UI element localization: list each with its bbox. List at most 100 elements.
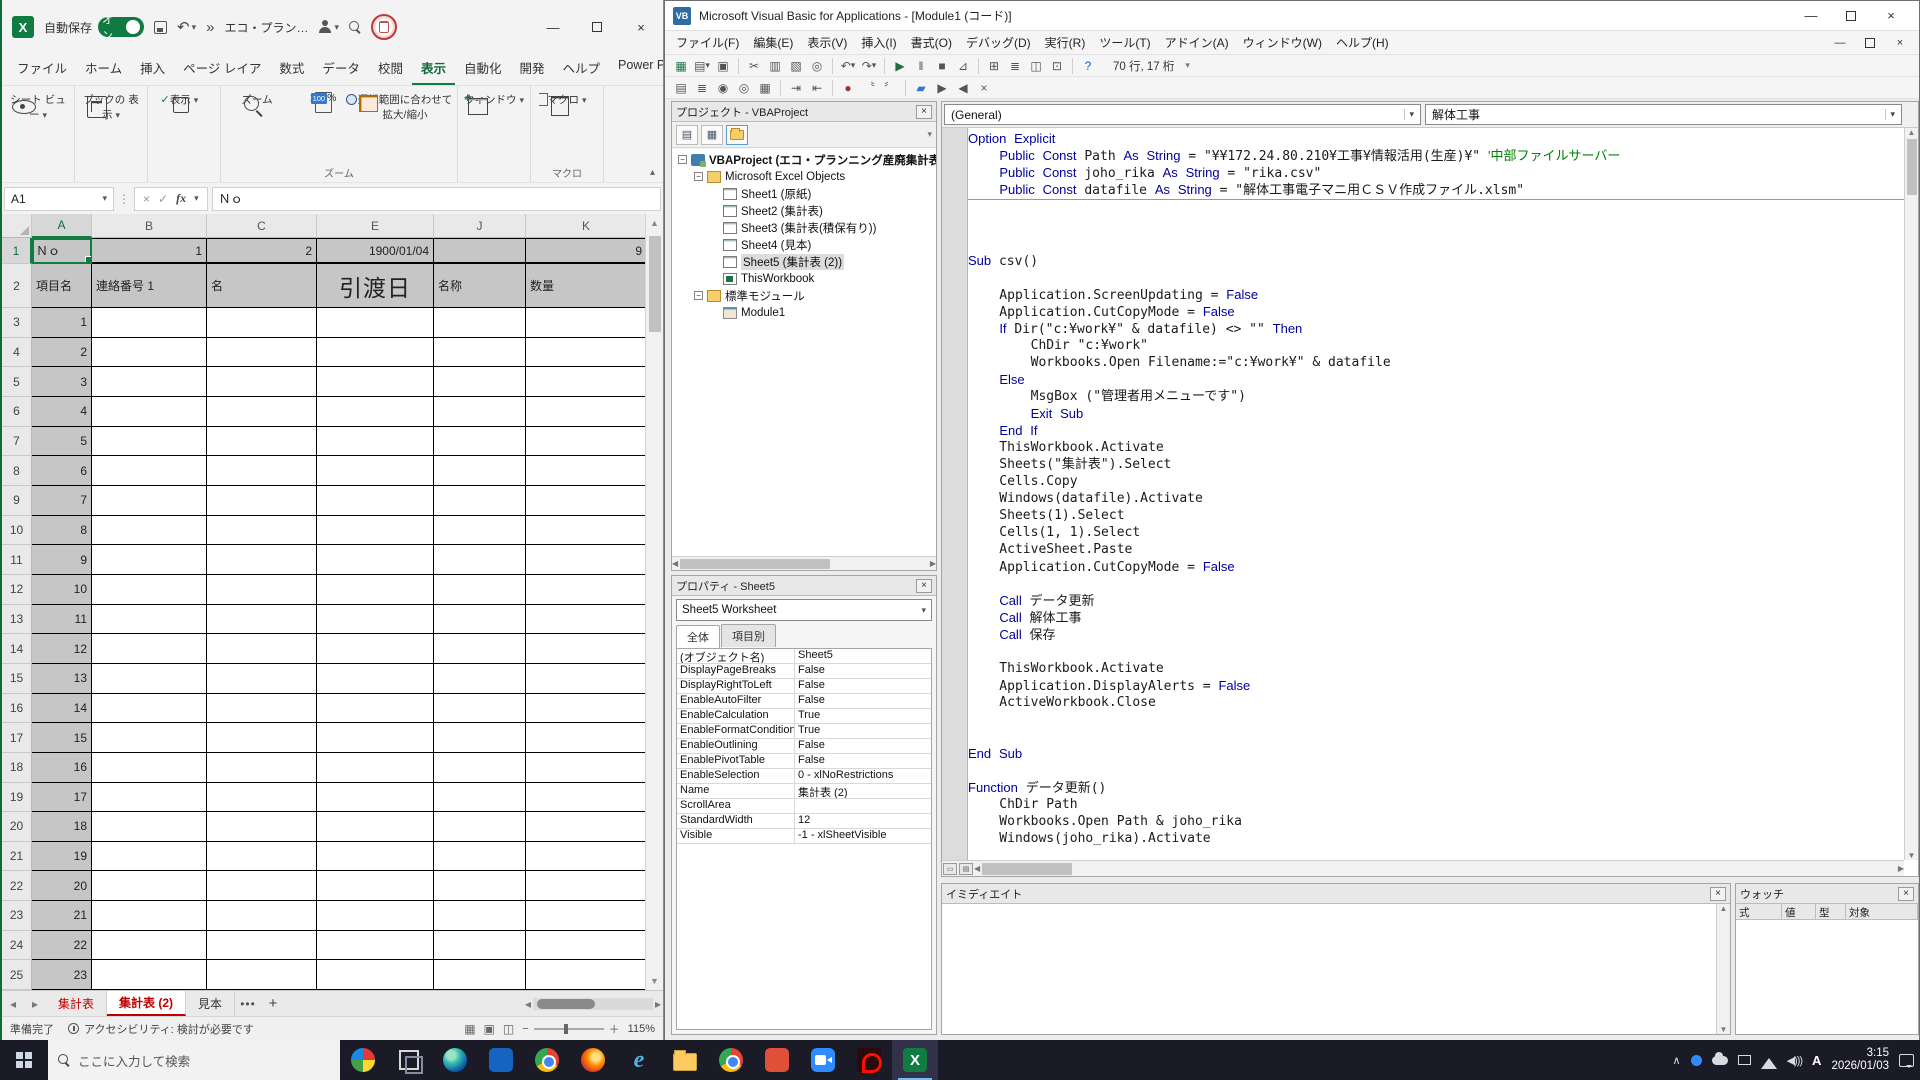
- reset-icon[interactable]: ■: [932, 57, 952, 75]
- taskbar-chrome-alt-icon[interactable]: [708, 1040, 754, 1080]
- cell[interactable]: [207, 753, 317, 783]
- code-editor[interactable]: Option Explicit Public Const Path As Str…: [942, 128, 1904, 860]
- insert-object-icon[interactable]: ▤▾: [692, 57, 712, 75]
- cell[interactable]: [92, 901, 207, 931]
- ime-mode[interactable]: A: [1812, 1053, 1821, 1068]
- properties-window-icon[interactable]: ≣: [1005, 57, 1025, 75]
- cell[interactable]: [207, 931, 317, 961]
- taskbar-edge-icon[interactable]: [432, 1040, 478, 1080]
- code-line[interactable]: End Sub: [968, 745, 1904, 762]
- view-normal-icon[interactable]: ▦: [464, 1022, 475, 1036]
- cell[interactable]: [434, 842, 526, 872]
- breakpoint-margin[interactable]: [942, 128, 968, 860]
- cell[interactable]: [434, 308, 526, 338]
- cell[interactable]: [434, 238, 526, 264]
- list-constants-icon[interactable]: ≣: [692, 79, 712, 97]
- code-line[interactable]: Public Const Path As String = "¥¥172.24.…: [968, 147, 1904, 164]
- toggle-bookmark-icon[interactable]: ▰: [911, 79, 931, 97]
- cell[interactable]: [207, 901, 317, 931]
- cell[interactable]: 2: [32, 338, 92, 368]
- row-header-4[interactable]: 4: [2, 338, 32, 368]
- row-header-25[interactable]: 25: [2, 960, 32, 990]
- cell[interactable]: [317, 367, 434, 397]
- cell[interactable]: [317, 338, 434, 368]
- project-scroll-thumb[interactable]: [680, 559, 830, 569]
- cell[interactable]: [317, 664, 434, 694]
- code-line[interactable]: Windows(datafile).Activate: [968, 490, 1904, 507]
- toggle-folders-icon[interactable]: [726, 125, 748, 145]
- view-code-icon[interactable]: ▤: [676, 125, 698, 145]
- document-title[interactable]: エコ・プラン…: [224, 19, 308, 36]
- vba-close-button[interactable]: ×: [1871, 1, 1911, 31]
- ribbon-zoom-button[interactable]: ズーム: [225, 90, 289, 107]
- row-header-13[interactable]: 13: [2, 605, 32, 635]
- code-v-scrollbar[interactable]: ▲ ▼: [1904, 128, 1918, 860]
- taskbar-acrobat-icon[interactable]: [846, 1040, 892, 1080]
- row-header-2[interactable]: 2: [2, 264, 32, 308]
- view-page-break-icon[interactable]: ◫: [503, 1022, 514, 1036]
- code-line[interactable]: [968, 728, 1904, 745]
- code-line[interactable]: ChDir Path: [968, 796, 1904, 813]
- full-module-view-icon[interactable]: ▤: [959, 863, 973, 875]
- cell[interactable]: [207, 308, 317, 338]
- name-box[interactable]: A1▾: [4, 187, 114, 211]
- cell[interactable]: [434, 634, 526, 664]
- ribbon-zoom-to-selection-button[interactable]: 選択範囲に合わせて 拡大/縮小: [357, 90, 453, 122]
- hidden-icons-chevron[interactable]: ∧: [1673, 1054, 1681, 1067]
- cell[interactable]: [207, 812, 317, 842]
- tree-item-8[interactable]: − 標準モジュール: [672, 287, 936, 304]
- row-header-20[interactable]: 20: [2, 812, 32, 842]
- sheet-nav-left-icon[interactable]: ◂: [2, 991, 24, 1016]
- cell[interactable]: [317, 901, 434, 931]
- cell[interactable]: [92, 308, 207, 338]
- cell[interactable]: 1900/01/04: [317, 238, 434, 264]
- cell[interactable]: [434, 338, 526, 368]
- cell[interactable]: [317, 960, 434, 990]
- immediate-scroll-up-icon[interactable]: ▲: [1720, 904, 1728, 913]
- cell[interactable]: [526, 427, 647, 457]
- row-header-15[interactable]: 15: [2, 664, 32, 694]
- cell[interactable]: [317, 871, 434, 901]
- cell[interactable]: [207, 486, 317, 516]
- column-header-A[interactable]: A: [32, 214, 92, 238]
- cell[interactable]: 引渡日: [317, 264, 434, 308]
- sheet-tab-0[interactable]: 集計表: [46, 991, 107, 1016]
- ribbon-tab-4[interactable]: 数式: [270, 52, 313, 85]
- cell[interactable]: [207, 664, 317, 694]
- immediate-close-icon[interactable]: ×: [1710, 887, 1726, 901]
- undo-icon[interactable]: ↶▾: [838, 57, 858, 75]
- insert-function-icon[interactable]: fx: [176, 191, 186, 206]
- code-scroll-left-icon[interactable]: ◀: [974, 864, 980, 873]
- cell[interactable]: 23: [32, 960, 92, 990]
- clear-bookmarks-icon[interactable]: ×: [974, 79, 994, 97]
- formula-dropdown-icon[interactable]: ▾: [194, 193, 199, 204]
- column-header-E[interactable]: E: [317, 214, 434, 238]
- taskbar-file-explorer-icon[interactable]: [662, 1040, 708, 1080]
- cell[interactable]: [207, 842, 317, 872]
- taskbar-chrome-icon[interactable]: [524, 1040, 570, 1080]
- cell[interactable]: 7: [32, 486, 92, 516]
- cell[interactable]: [526, 960, 647, 990]
- object-browser-icon[interactable]: ◫: [1026, 57, 1046, 75]
- paste-icon[interactable]: ▧: [786, 57, 806, 75]
- ribbon-macros-button[interactable]: マクロ ▾: [535, 90, 599, 107]
- code-scroll-down-icon[interactable]: ▼: [1908, 851, 1916, 860]
- cell[interactable]: [207, 871, 317, 901]
- cell[interactable]: [526, 901, 647, 931]
- vba-menu-10[interactable]: ヘルプ(H): [1329, 33, 1396, 53]
- cell[interactable]: 22: [32, 931, 92, 961]
- cell[interactable]: [92, 931, 207, 961]
- property-row[interactable]: (オブジェクト名)Sheet5: [677, 649, 931, 664]
- cell[interactable]: [526, 842, 647, 872]
- cell[interactable]: [317, 634, 434, 664]
- ribbon-tab-1[interactable]: ホーム: [76, 52, 131, 85]
- row-header-19[interactable]: 19: [2, 783, 32, 813]
- cell[interactable]: [207, 427, 317, 457]
- row-header-9[interactable]: 9: [2, 486, 32, 516]
- cell[interactable]: [92, 516, 207, 546]
- properties-object-selector[interactable]: Sheet5 Worksheet▾: [676, 599, 932, 621]
- cell[interactable]: [317, 753, 434, 783]
- cell[interactable]: [526, 723, 647, 753]
- cell[interactable]: [434, 694, 526, 724]
- code-line[interactable]: [968, 762, 1904, 779]
